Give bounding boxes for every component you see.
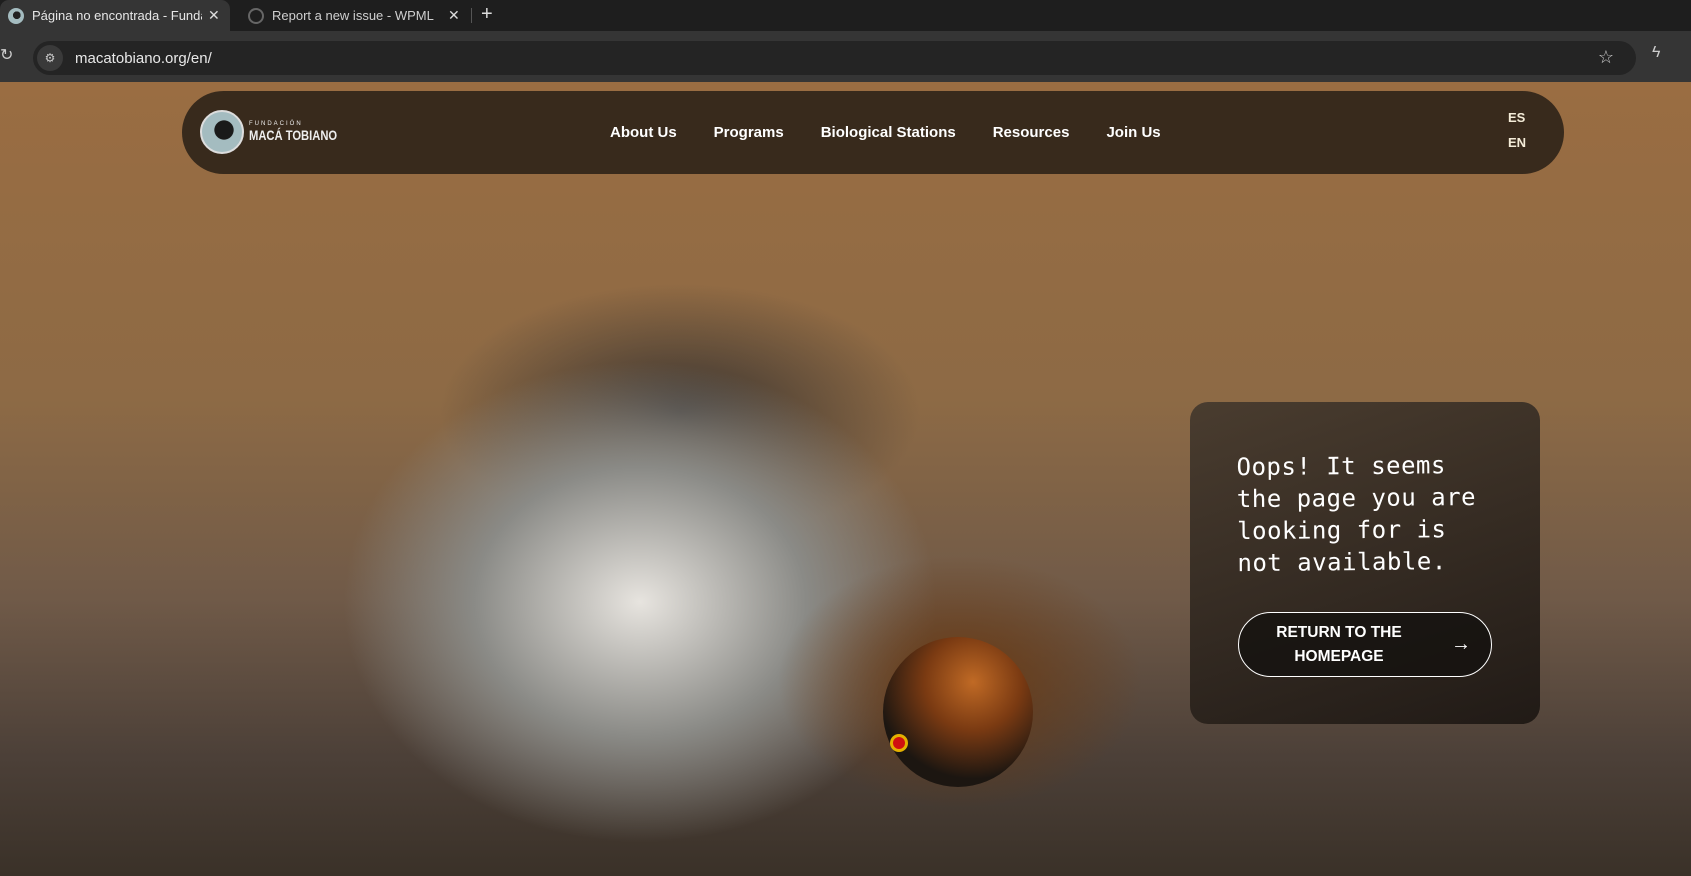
tab-active[interactable]: Página no encontrada - Fundación Macá To… xyxy=(0,0,230,31)
nav-programs[interactable]: Programs xyxy=(714,124,784,141)
address-bar[interactable]: ⚙ macatobiano.org/en/ ☆ xyxy=(33,41,1636,75)
arrow-right-icon: → xyxy=(1451,633,1471,655)
extension-icon[interactable]: ϟ xyxy=(1652,44,1660,62)
close-icon[interactable]: ✕ xyxy=(208,7,220,24)
tab-wpml[interactable]: Report a new issue - WPML ✕ xyxy=(240,0,465,31)
site-settings-icon[interactable]: ⚙ xyxy=(37,45,63,71)
site-nav: FUNDACIÓN MACÁ TOBIANO About Us Programs… xyxy=(182,91,1564,174)
error-card: Oops! It seems the page you are looking … xyxy=(1190,402,1540,724)
url-text[interactable]: macatobiano.org/en/ xyxy=(75,50,212,67)
wpml-favicon-icon xyxy=(248,7,264,24)
nav-resources[interactable]: Resources xyxy=(993,124,1070,141)
site-logo[interactable]: FUNDACIÓN MACÁ TOBIANO xyxy=(200,110,359,154)
tab-divider xyxy=(471,8,472,23)
language-switcher: ES EN xyxy=(1508,110,1526,150)
browser-toolbar: ↻ ⚙ macatobiano.org/en/ ☆ xyxy=(0,31,1691,82)
error-message: Oops! It seems the page you are looking … xyxy=(1236,451,1477,578)
button-label-line1: RETURN TO THE xyxy=(1276,623,1402,641)
reload-icon[interactable]: ↻ xyxy=(0,45,13,65)
nav-join-us[interactable]: Join Us xyxy=(1106,124,1160,141)
bird-eye-image xyxy=(893,737,905,749)
tab-title: Página no encontrada - Fundación Macá To… xyxy=(32,8,202,23)
lang-en[interactable]: EN xyxy=(1508,135,1526,150)
new-tab-icon[interactable]: + xyxy=(481,3,493,26)
site-favicon-icon xyxy=(8,7,24,24)
button-label-line2: HOMEPAGE xyxy=(1294,647,1384,665)
logo-bird-icon xyxy=(200,110,244,154)
bookmark-star-icon[interactable]: ☆ xyxy=(1598,47,1614,68)
lang-es[interactable]: ES xyxy=(1508,110,1526,125)
tab-bar: Página no encontrada - Fundación Macá To… xyxy=(0,0,1691,31)
page-hero: FUNDACIÓN MACÁ TOBIANO About Us Programs… xyxy=(0,82,1691,876)
nav-biological-stations[interactable]: Biological Stations xyxy=(821,124,956,141)
tab-title: Report a new issue - WPML xyxy=(272,8,434,23)
bird-head-image xyxy=(883,637,1033,787)
return-homepage-button[interactable]: RETURN TO THE HOMEPAGE → xyxy=(1238,612,1492,677)
nav-about-us[interactable]: About Us xyxy=(610,124,677,141)
main-menu: About Us Programs Biological Stations Re… xyxy=(610,91,1161,174)
close-icon[interactable]: ✕ xyxy=(448,7,460,24)
logo-line2: MACÁ TOBIANO xyxy=(249,127,338,143)
